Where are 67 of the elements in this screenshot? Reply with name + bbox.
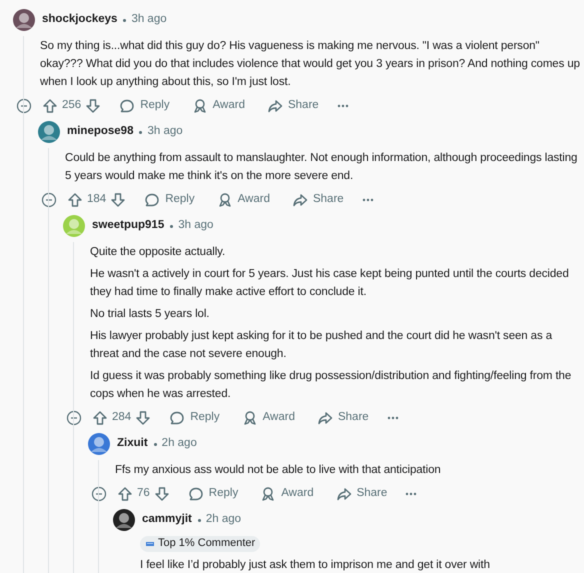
share-button[interactable]: Share xyxy=(262,95,323,117)
comment-text: Could be anything from assault to manslaughter. Not enough information, although proceedings lasting 5 years would make me think it's on the more severe end. xyxy=(65,151,578,184)
vote-count: 76 xyxy=(137,486,150,502)
upvote-icon[interactable] xyxy=(117,486,133,502)
timestamp: 3h ago xyxy=(147,124,183,140)
timestamp: 3h ago xyxy=(131,12,167,28)
username[interactable]: cammyjit xyxy=(142,511,192,529)
more-icon[interactable] xyxy=(386,415,399,421)
share-icon xyxy=(292,192,308,208)
reply-button[interactable]: Reply xyxy=(165,407,224,429)
share-icon xyxy=(336,486,352,502)
upvote-icon[interactable] xyxy=(67,192,83,208)
downvote-icon[interactable] xyxy=(135,410,152,426)
comment-text: He wasn't a actively in court for 5 years. Just his case kept being punted until the courts decided they had time to finally make active effort to conclude it. xyxy=(90,267,570,300)
vote-count: 284 xyxy=(112,410,132,426)
avatar-icon[interactable] xyxy=(12,8,36,32)
share-button[interactable]: Share xyxy=(288,189,348,211)
username[interactable]: sweetpup915 xyxy=(92,217,164,235)
comment-text: So my thing is...what did this guy do? His vagueness is making me nervous. "I was a violent person" okay??? What did you do that includes violence that would get you 3 years in prison? And nothing comes up when I look up anything about this, so I'm just lost. xyxy=(40,39,580,90)
timestamp: 2h ago xyxy=(206,512,242,528)
share-icon xyxy=(316,410,333,426)
downvote-icon[interactable] xyxy=(110,192,126,208)
downvote-icon[interactable] xyxy=(154,486,170,502)
collapse-icon[interactable] xyxy=(66,410,82,426)
vote-count: 256 xyxy=(62,98,82,114)
reply-button[interactable]: Reply xyxy=(184,483,242,505)
reply-button[interactable]: Reply xyxy=(140,189,199,211)
timestamp: 2h ago xyxy=(162,436,197,452)
collapse-icon[interactable] xyxy=(16,98,32,114)
username[interactable]: minepose98 xyxy=(67,123,134,141)
comment-text: Ffs my anxious ass would not be able to live with that anticipation xyxy=(115,463,442,478)
collapse-icon[interactable] xyxy=(41,192,57,208)
share-icon xyxy=(266,98,283,114)
vote-count: 184 xyxy=(87,192,106,208)
award-button[interactable]: Award xyxy=(188,95,249,117)
badge-icon xyxy=(145,539,155,548)
collapse-icon[interactable] xyxy=(91,486,107,502)
award-icon xyxy=(216,192,233,208)
award-icon xyxy=(260,486,276,502)
avatar-icon[interactable] xyxy=(112,508,136,532)
comment-icon xyxy=(144,192,160,208)
award-button[interactable]: Award xyxy=(238,407,299,429)
more-icon[interactable] xyxy=(336,103,349,109)
award-icon xyxy=(242,410,258,426)
upvote-icon[interactable] xyxy=(92,410,108,426)
more-icon[interactable] xyxy=(405,491,418,497)
share-button[interactable]: Share xyxy=(312,407,373,429)
comment-text: His lawyer probably just kept asking for it to be pushed and the court did he wasn't seen as a threat and the case not severe enough. xyxy=(90,329,554,362)
award-button[interactable]: Award xyxy=(256,483,318,505)
comment-text: Quite the opposite actually. xyxy=(90,245,226,260)
upvote-icon[interactable] xyxy=(42,98,58,114)
comment-icon xyxy=(169,410,186,426)
comment-icon xyxy=(119,98,136,114)
share-button[interactable]: Share xyxy=(332,483,392,505)
award-button[interactable]: Award xyxy=(212,189,274,211)
reply-button[interactable]: Reply xyxy=(115,95,174,117)
timestamp: 3h ago xyxy=(178,218,214,234)
award-icon xyxy=(192,98,208,114)
commenter-badge: Top 1% Commenter xyxy=(140,536,260,552)
username[interactable]: shockjockeys xyxy=(42,11,118,29)
comment-text: No trial lasts 5 years lol. xyxy=(90,307,210,322)
username[interactable]: Zixuit xyxy=(117,435,148,453)
comment-text: Id guess it was probably something like drug possession/distribution and fighting/feeling from the cops when he was arrested. xyxy=(90,369,572,402)
comment-icon xyxy=(188,486,204,502)
downvote-icon[interactable] xyxy=(85,98,102,114)
comment-text: I feel like I’d probably just ask them to imprison me and get it over with xyxy=(140,558,491,573)
more-icon[interactable] xyxy=(362,197,374,203)
